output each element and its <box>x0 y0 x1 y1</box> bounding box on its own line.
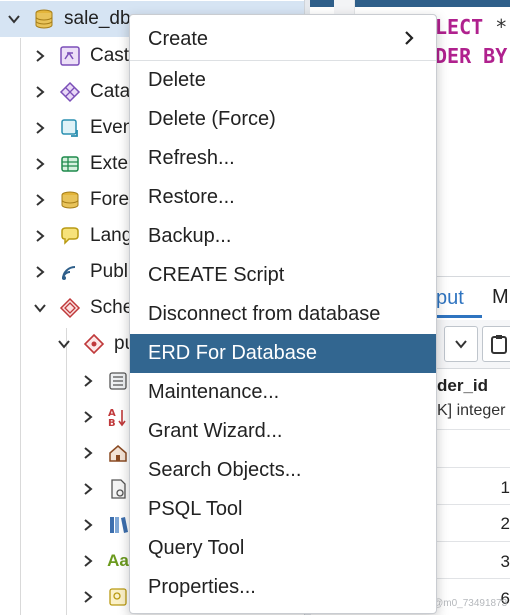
menu-item-properties[interactable]: Properties... <box>130 568 436 607</box>
menu-item-label: Properties... <box>148 576 256 598</box>
menu-item-maintenance[interactable]: Maintenance... <box>130 373 436 412</box>
menu-item-search-objects[interactable]: Search Objects... <box>130 451 436 490</box>
menu-item-create[interactable]: Create <box>130 20 436 59</box>
menu-item-label: CREATE Script <box>148 264 285 286</box>
menu-item-delete[interactable]: Delete <box>130 61 436 100</box>
menu-item-create-script[interactable]: CREATE Script <box>130 256 436 295</box>
menu-item-label: Query Tool <box>148 537 245 559</box>
menu-item-grant-wizard[interactable]: Grant Wizard... <box>130 412 436 451</box>
publications-icon <box>58 260 82 284</box>
column-header-name[interactable]: der_id <box>437 376 488 396</box>
chevron-right-icon[interactable] <box>32 120 48 136</box>
menu-item-label: Create <box>148 28 209 50</box>
chevron-right-icon[interactable] <box>32 84 48 100</box>
tree-node-label: sale_db <box>64 8 131 29</box>
paste-button[interactable] <box>482 326 510 362</box>
chevron-right-icon[interactable] <box>80 589 96 605</box>
menu-item-query-tool[interactable]: Query Tool <box>130 529 436 568</box>
menu-item-label: Disconnect from database <box>148 303 381 325</box>
ftsc-icon <box>106 477 130 501</box>
sql-token: * <box>483 15 508 39</box>
chevron-down-icon[interactable] <box>6 11 22 27</box>
tree-guide-line <box>20 38 21 615</box>
extensions-icon <box>58 152 82 176</box>
fts-templates-icon <box>106 585 130 609</box>
chevron-right-icon[interactable] <box>32 228 48 244</box>
chevron-right-icon[interactable] <box>32 48 48 64</box>
menu-item-label: Delete <box>148 69 206 91</box>
sql-keyword: LECT <box>435 15 484 39</box>
chevron-right-icon[interactable] <box>80 481 96 497</box>
chevron-right-icon[interactable] <box>32 156 48 172</box>
menu-item-disconnect[interactable]: Disconnect from database <box>130 295 436 334</box>
table-cell[interactable]: 1 <box>501 478 510 498</box>
menu-item-label: ERD For Database <box>148 342 317 364</box>
tree-guide-line <box>66 328 67 615</box>
context-menu: Create Delete Delete (Force) Refresh... … <box>129 14 437 614</box>
menu-item-restore[interactable]: Restore... <box>130 178 436 217</box>
chevron-right-icon <box>402 29 416 53</box>
tab-data-output[interactable]: put <box>436 287 464 310</box>
menu-item-backup[interactable]: Backup... <box>130 217 436 256</box>
chevron-down-icon[interactable] <box>56 336 72 352</box>
chevron-right-icon[interactable] <box>32 264 48 280</box>
sql-line-2: DER BY <box>435 44 508 68</box>
menu-item-label: Delete (Force) <box>148 108 276 130</box>
schema-icon <box>82 332 106 356</box>
menu-item-erd-for-database[interactable]: ERD For Database <box>130 334 436 373</box>
menu-item-psql-tool[interactable]: PSQL Tool <box>130 490 436 529</box>
chevron-down-icon <box>455 340 467 349</box>
menu-item-refresh[interactable]: Refresh... <box>130 139 436 178</box>
catalogs-icon <box>58 80 82 104</box>
chevron-right-icon[interactable] <box>80 409 96 425</box>
languages-icon <box>58 224 82 248</box>
collations-icon: AB <box>106 405 130 429</box>
table-cell[interactable]: 3 <box>501 552 510 572</box>
casts-icon <box>58 44 82 68</box>
chevron-down-icon[interactable] <box>32 300 48 316</box>
menu-item-label: Grant Wizard... <box>148 420 283 442</box>
clipboard-icon <box>491 335 507 354</box>
tree-node-casts[interactable]: Casts <box>32 38 139 74</box>
database-icon <box>32 7 56 31</box>
aggregates-icon <box>106 369 130 393</box>
menu-item-delete-force[interactable]: Delete (Force) <box>130 100 436 139</box>
chevron-right-icon[interactable] <box>80 553 96 569</box>
menu-item-label: Restore... <box>148 186 235 208</box>
table-cell[interactable]: 2 <box>501 514 510 534</box>
menu-item-label: Backup... <box>148 225 232 247</box>
sql-line-1: LECT * <box>435 15 507 39</box>
fts-parsers-icon: Aa <box>107 551 129 570</box>
foreign-data-wrappers-icon <box>58 188 82 212</box>
chevron-right-icon[interactable] <box>32 192 48 208</box>
schemas-icon <box>58 296 82 320</box>
domains-icon <box>106 441 130 465</box>
tab-messages[interactable]: M <box>492 286 509 309</box>
chevron-right-icon[interactable] <box>80 373 96 389</box>
chevron-right-icon[interactable] <box>80 517 96 533</box>
column-header-type: K] integer <box>437 402 506 419</box>
dropdown-button[interactable] <box>444 326 478 362</box>
svg-text:B: B <box>108 418 116 428</box>
menu-item-label: Search Objects... <box>148 459 302 481</box>
chevron-right-icon[interactable] <box>80 445 96 461</box>
event-triggers-icon <box>58 116 82 140</box>
menu-item-label: Refresh... <box>148 147 235 169</box>
fts-dictionaries-icon <box>106 513 130 537</box>
menu-item-label: PSQL Tool <box>148 498 243 520</box>
menu-item-label: Maintenance... <box>148 381 280 403</box>
